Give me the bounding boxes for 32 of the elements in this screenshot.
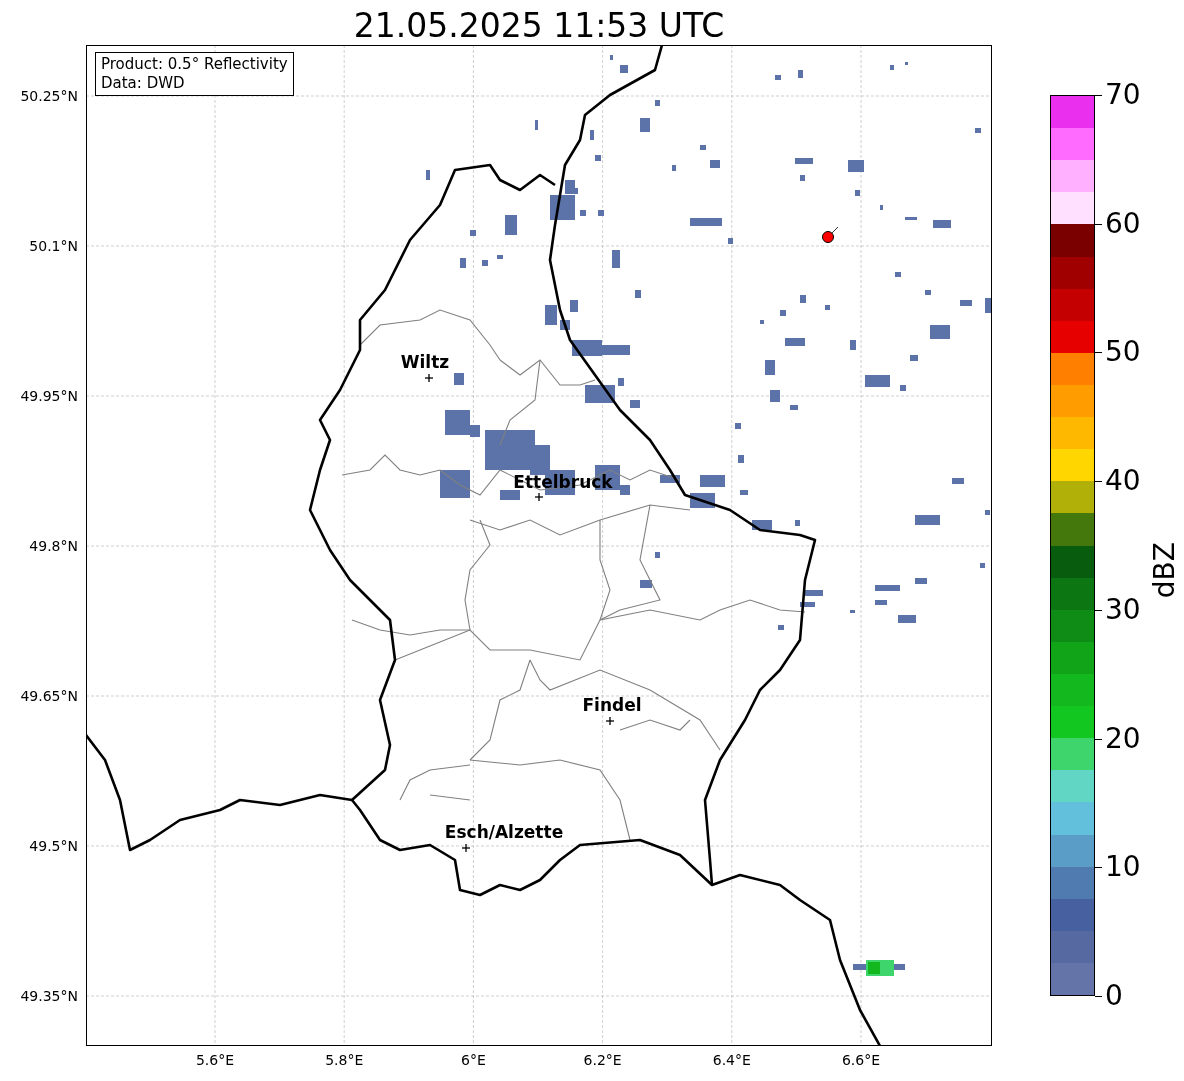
colorbar-tick-label: 30	[1095, 594, 1141, 625]
colorbar-tick-label: 0	[1095, 981, 1123, 1011]
city-label: Esch/Alzette	[444, 823, 564, 841]
legend-text: Data: DWD	[101, 74, 186, 93]
axis-tick-label: 6.4°E	[712, 1052, 751, 1068]
axis-tick-label: 6.6°E	[841, 1052, 881, 1068]
axis-tick-label: 6.2°E	[583, 1052, 622, 1068]
axis-tick-label: 6°E	[461, 1052, 486, 1068]
city-label: Wiltz	[400, 353, 450, 371]
colorbar-tick-label: 60	[1095, 208, 1141, 239]
axis-tick-label: 5.6°E	[195, 1052, 235, 1068]
colorbar-tick-label: 20	[1095, 723, 1141, 754]
colorbar-label: dBZ	[1148, 542, 1181, 599]
axis-tick-label: 49.95°N	[20, 388, 78, 404]
colorbar-tick-label: 50	[1095, 337, 1141, 368]
axis-tick-label: 50.25°N	[20, 88, 78, 104]
axis-tick-label: 49.65°N	[20, 688, 78, 704]
axis-tick-label: 49.35°N	[20, 988, 78, 1004]
city-marker	[605, 716, 615, 726]
legend-text: Product: 0.5° Reflectivity	[101, 55, 288, 74]
axis-tick-label: 49.8°N	[29, 538, 78, 554]
axis-tick-label: 50.1°N	[29, 238, 78, 254]
city-label: Findel	[582, 696, 642, 714]
axis-tick-label: 49.5°N	[29, 838, 78, 854]
city-marker	[534, 492, 544, 502]
axis-tick-label: 5.8°E	[325, 1052, 364, 1068]
colorbar-tick-label: 70	[1095, 80, 1141, 110]
colorbar-tick-label: 10	[1095, 852, 1141, 883]
city-marker	[461, 843, 471, 853]
chart-title: 21.05.2025 11:53 UTC	[353, 5, 725, 45]
city-marker	[424, 373, 434, 383]
colorbar-tick-label: 40	[1095, 466, 1141, 497]
